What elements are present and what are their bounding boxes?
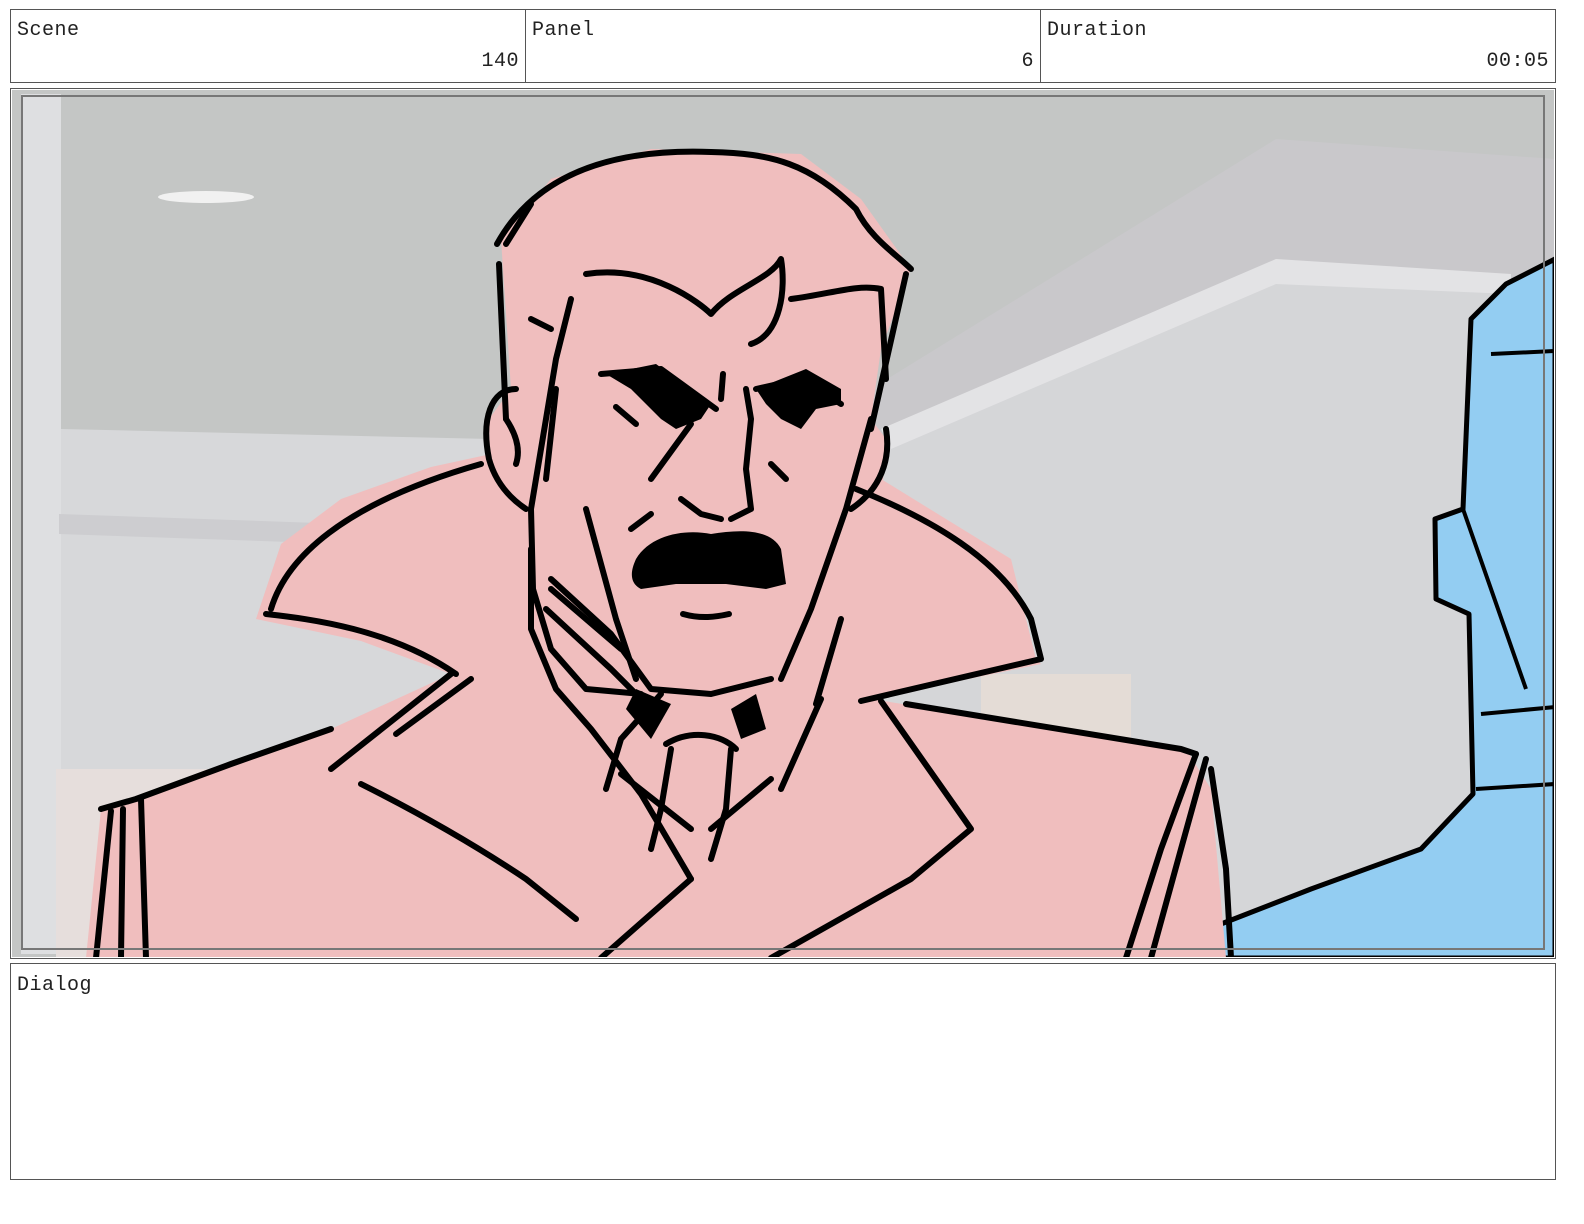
scene-number: 140 bbox=[481, 50, 519, 73]
dialog-box: Dialog bbox=[10, 963, 1556, 1180]
duration-label: Duration bbox=[1047, 19, 1148, 42]
panel-label: Panel bbox=[532, 19, 595, 42]
scene-label: Scene bbox=[17, 19, 80, 42]
panel-cell: Panel 6 bbox=[526, 10, 1041, 82]
scene-cell: Scene 140 bbox=[11, 10, 526, 82]
storyboard-drawing bbox=[12, 90, 1554, 957]
ceiling-light bbox=[158, 191, 254, 203]
duration-cell: Duration 00:05 bbox=[1041, 10, 1555, 82]
duration-value: 00:05 bbox=[1486, 50, 1549, 73]
panel-number: 6 bbox=[1021, 50, 1034, 73]
panel-info-header: Scene 140 Panel 6 Duration 00:05 bbox=[10, 9, 1556, 83]
dialog-label: Dialog bbox=[17, 974, 93, 997]
storyboard-frame bbox=[10, 88, 1556, 959]
left-wall-strip bbox=[21, 94, 61, 954]
